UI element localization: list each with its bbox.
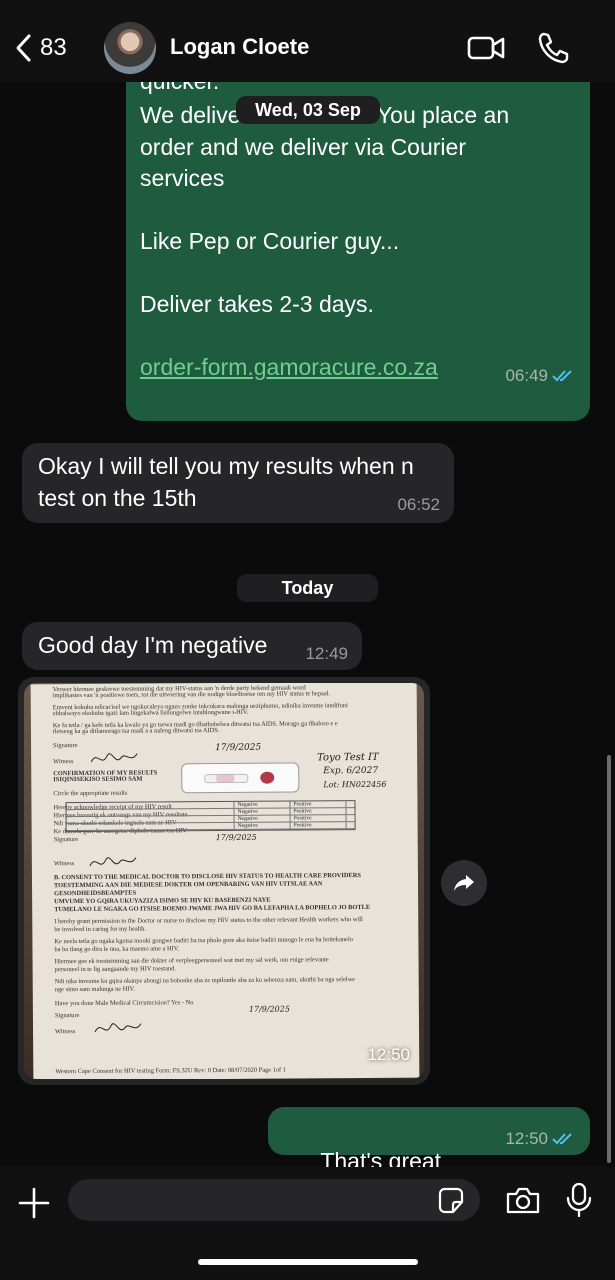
message-input[interactable] (68, 1179, 480, 1221)
outgoing-message[interactable]: quicker. We deliver nationwide. You plac… (126, 82, 590, 421)
order-form-link[interactable]: order-form.gamoracure.co.za (140, 352, 438, 384)
document-text-line: tletseng ka ga ditlamorago tsa madi a a … (52, 727, 220, 736)
message-time: 06:49 (505, 366, 548, 385)
message-list[interactable]: quicker. We deliver nationwide. You plac… (0, 82, 615, 1167)
message-text-content: That's great (320, 1147, 442, 1168)
message-meta: 06:49 (505, 366, 576, 386)
scrollbar[interactable] (607, 755, 611, 1163)
document-text-line: nge simo sam malunga ne HIV. (54, 985, 135, 994)
composer-bar (0, 1167, 615, 1280)
date-separator: Wed, 03 Sep (236, 96, 380, 124)
signature-scribble (90, 753, 138, 763)
plus-icon (18, 1187, 50, 1219)
microphone-icon (566, 1182, 592, 1218)
chat-header: 83 Logan Cloete (0, 0, 615, 82)
incoming-message[interactable]: Good day I'm negative 12:49 (22, 622, 362, 670)
handwritten-date-2: 17/9/2025 (215, 832, 257, 843)
photo-message[interactable]: Verseer hiermee geskrewe toestemming dat… (18, 677, 430, 1085)
results-table-cell: Positive (290, 815, 347, 822)
forward-icon (454, 875, 474, 891)
document-text-line: implikasies van 'n positiewe toets, tot … (52, 690, 331, 700)
incoming-message[interactable]: Okay I will tell you my results when n t… (22, 443, 454, 523)
message-text: That's great 🙏🏽💯 (282, 1114, 442, 1168)
results-table-cell: Negative (234, 801, 291, 808)
video-call-button[interactable] (466, 28, 510, 68)
consent-form-document: Verseer hiermee geskrewe toestemming dat… (30, 683, 420, 1079)
document-text-line: be involved in caring for my health. (54, 925, 147, 934)
photo-image[interactable]: Verseer hiermee geskrewe toestemming dat… (24, 683, 424, 1079)
handwritten-lot: Lot: HN022456 (323, 779, 387, 790)
document-text-line: ebhalwayo ekokuba igazi lam lingekalwa l… (52, 708, 249, 718)
double-check-icon (552, 1133, 572, 1145)
results-table-row: Negative Positive (66, 822, 355, 832)
signature-scribble (94, 1023, 142, 1033)
avatar[interactable] (104, 22, 156, 74)
message-text: We deliver nationwide. You place an orde… (140, 102, 510, 317)
video-call-icon (467, 36, 505, 60)
results-table-cell: Negative (234, 815, 291, 822)
message-time: 12:50 (505, 1129, 548, 1148)
results-table-cell: Negative (234, 808, 291, 815)
phone-icon (538, 32, 569, 64)
outgoing-message[interactable]: That's great 🙏🏽💯 12:50 (268, 1107, 590, 1167)
attach-button[interactable] (14, 1183, 54, 1223)
message-meta: 12:50 (505, 1129, 576, 1149)
document-text-line: ba ba tlang go dira le nna, ka maemo ame… (54, 945, 180, 954)
forward-button[interactable] (441, 860, 487, 906)
sticker-button[interactable] (436, 1186, 466, 1216)
home-indicator (198, 1259, 418, 1265)
camera-button[interactable] (505, 1183, 541, 1219)
results-table-cell: Positive (290, 808, 347, 815)
results-table-cell: Positive (290, 822, 347, 829)
message-text: Good day I'm negative (38, 632, 268, 658)
chevron-left-icon (16, 34, 31, 62)
signature-scribble (89, 857, 137, 867)
results-table-cell: Positive (290, 801, 347, 808)
results-table: Negative Positive Negative Positive Negative… (65, 800, 356, 833)
contact-name[interactable]: Logan Cloete (170, 34, 309, 60)
handwritten-exp: Exp. 6/2027 (323, 765, 379, 777)
microphone-button[interactable] (564, 1181, 594, 1219)
message-time: 06:52 (397, 495, 440, 514)
double-check-icon (552, 370, 572, 382)
date-separator: Today (237, 574, 378, 602)
voice-call-button[interactable] (536, 28, 580, 68)
handwritten-test-name: Toyo Test IT (317, 751, 379, 764)
handwritten-date-3: 17/9/2025 (248, 1004, 290, 1014)
document-text-line: Have you done Male Medical Circumcision?… (54, 999, 194, 1008)
message-time: 12:49 (305, 644, 348, 663)
hiv-test-cassette (181, 762, 300, 794)
message-text: Okay I will tell you my results when n t… (38, 453, 414, 511)
sticker-icon (438, 1187, 464, 1214)
message-partial-text: quicker. (140, 82, 219, 98)
document-text-line: personeel in te lig aangaande my HIV toe… (54, 965, 176, 974)
photo-time: 12:50 (367, 1045, 410, 1064)
results-table-cell: Negative (234, 822, 291, 829)
camera-icon (506, 1187, 540, 1214)
back-button[interactable]: 83 (14, 28, 94, 68)
document-text-line: TUMELANO LE NGAKA GO ITSISE BOEMO JWAME … (54, 903, 371, 914)
document-text-line: Western Cape Consent for HIV testing For… (55, 1066, 287, 1076)
handwritten-date: 17/9/2025 (215, 742, 262, 754)
unread-count: 83 (40, 34, 67, 61)
